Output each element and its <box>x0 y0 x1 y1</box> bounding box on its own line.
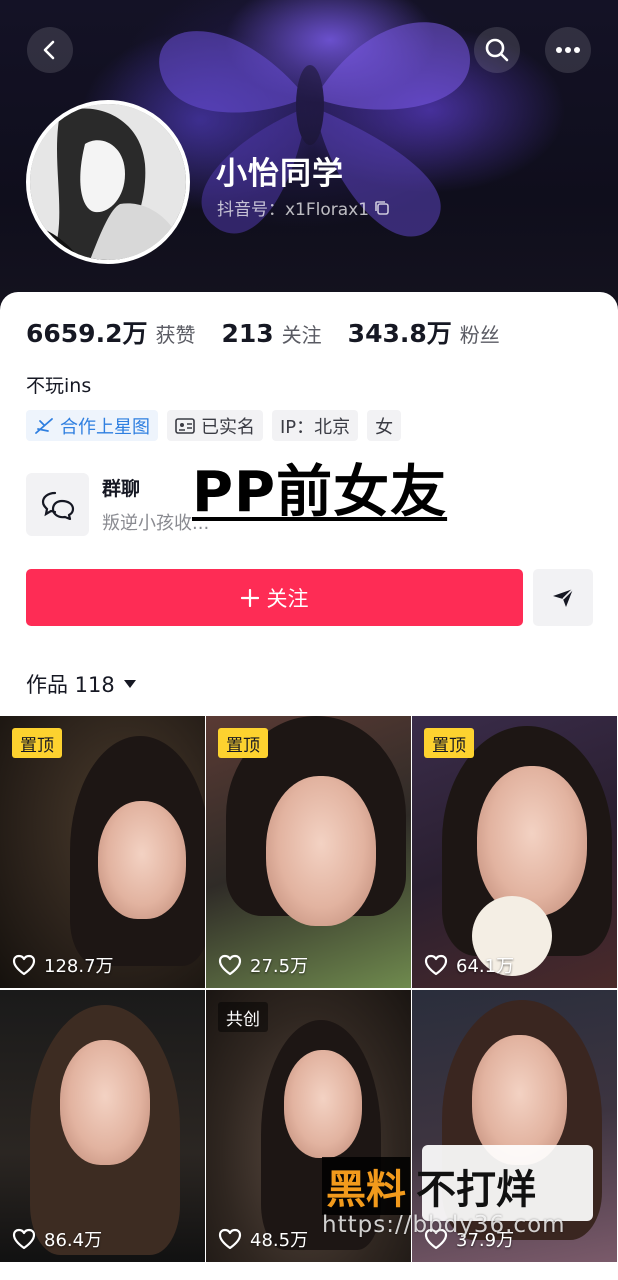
works-tab[interactable]: 作品 118 <box>26 669 137 699</box>
tag-verified[interactable]: 已实名 <box>167 410 263 441</box>
tag-row: 合作上星图 已实名 IP：北京 女 <box>26 410 402 441</box>
avatar-illustration <box>30 104 186 260</box>
thumbnail-image <box>284 1050 362 1158</box>
video-thumbnail[interactable]: 置顶 27.5万 <box>206 716 412 988</box>
follow-button[interactable]: 关注 <box>26 569 523 626</box>
like-count: 128.7万 <box>12 952 114 978</box>
tag-star-map[interactable]: 合作上星图 <box>26 410 158 441</box>
share-button[interactable] <box>533 569 593 626</box>
tag-label: 已实名 <box>201 416 255 438</box>
heart-icon <box>218 1228 242 1250</box>
like-count-text: 64.1万 <box>456 956 515 977</box>
heart-icon <box>424 954 448 976</box>
tag-ip[interactable]: IP：北京 <box>272 410 359 441</box>
like-count: 64.1万 <box>424 952 514 978</box>
likes-count[interactable]: 6659.2万 <box>26 314 147 350</box>
like-count-text: 48.5万 <box>250 1230 309 1251</box>
stats-row: 6659.2万 获赞 213 关注 343.8万 粉丝 <box>26 314 526 350</box>
plus-icon <box>240 588 259 607</box>
tag-label: IP：北京 <box>280 416 351 438</box>
thumbnail-image <box>60 1040 150 1165</box>
search-icon <box>485 38 509 62</box>
overlay-caption: PP前女友 <box>192 460 448 525</box>
thumbnail-image <box>266 776 376 926</box>
like-count-text: 128.7万 <box>44 956 114 977</box>
following-count[interactable]: 213 <box>221 319 273 348</box>
tag-label: 合作上星图 <box>60 416 150 438</box>
watermark-url: https://bbdy36.com <box>322 1212 566 1238</box>
video-thumbnail[interactable]: 置顶 128.7万 <box>0 716 206 988</box>
back-button[interactable] <box>27 27 73 73</box>
like-count-text: 27.5万 <box>250 956 309 977</box>
more-button[interactable] <box>545 27 591 73</box>
chat-bubbles-icon <box>41 491 74 520</box>
like-count: 48.5万 <box>218 1226 308 1252</box>
thumbnail-image <box>98 801 186 919</box>
watermark-brand-b: 不打烊 <box>416 1167 536 1213</box>
heart-icon <box>218 954 242 976</box>
tag-gender[interactable]: 女 <box>367 410 402 441</box>
like-count: 27.5万 <box>218 952 308 978</box>
video-thumbnail[interactable]: 置顶 64.1万 <box>412 716 618 988</box>
douyin-id-text: 抖音号：x1Florax1 <box>217 200 370 220</box>
thumbnail-image <box>477 766 587 916</box>
more-dots-icon <box>556 47 580 53</box>
pinned-badge: 置顶 <box>218 728 268 758</box>
search-button[interactable] <box>474 27 520 73</box>
nickname: 小怡同学 <box>216 156 344 192</box>
group-chat-icon-box <box>26 473 89 536</box>
followers-count[interactable]: 343.8万 <box>348 314 452 350</box>
heart-icon <box>12 954 36 976</box>
copy-icon[interactable] <box>373 199 391 217</box>
pinned-badge: 置顶 <box>12 728 62 758</box>
group-chat-entry[interactable]: 群聊 叛逆小孩收... <box>26 473 209 536</box>
works-tab-label: 作品 118 <box>26 673 115 697</box>
pinned-badge: 置顶 <box>424 728 474 758</box>
watermark-brand-a: 黑料 <box>322 1157 410 1215</box>
watermark-brand: 黑料 不打烊 <box>322 1157 536 1215</box>
profile-banner: 小怡同学 抖音号：x1Florax1 <box>0 0 618 330</box>
caret-down-icon <box>123 680 136 688</box>
like-count-text: 86.4万 <box>44 1230 103 1251</box>
likes-label[interactable]: 获赞 <box>155 319 195 348</box>
douyin-id[interactable]: 抖音号：x1Florax1 <box>217 195 391 220</box>
following-label[interactable]: 关注 <box>282 319 322 348</box>
collab-badge: 共创 <box>218 1002 268 1032</box>
send-icon <box>553 587 574 607</box>
follow-label: 关注 <box>266 586 309 611</box>
id-card-icon <box>175 417 195 434</box>
tag-label: 女 <box>375 416 394 438</box>
avatar[interactable] <box>26 100 190 264</box>
like-count: 86.4万 <box>12 1226 102 1252</box>
heart-icon <box>12 1228 36 1250</box>
star-map-icon <box>35 417 53 434</box>
video-thumbnail[interactable]: 86.4万 <box>0 990 206 1262</box>
back-arrow-icon <box>43 40 55 60</box>
followers-label[interactable]: 粉丝 <box>460 319 500 348</box>
bio: 不玩ins <box>26 375 92 397</box>
